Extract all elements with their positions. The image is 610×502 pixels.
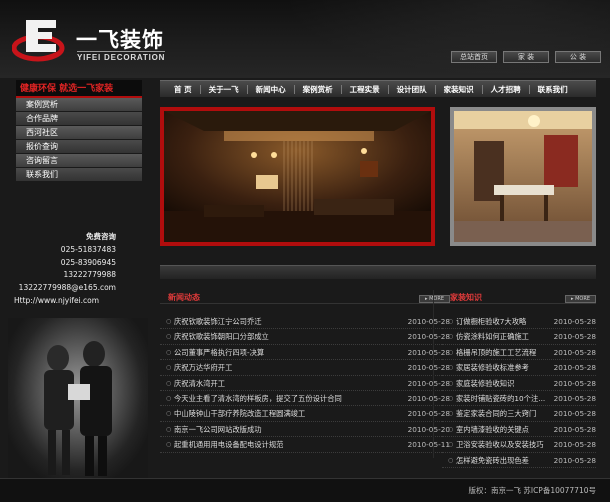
news-header: 新闻动态 ▸ MORE <box>160 290 450 304</box>
logo-mark-icon <box>12 20 65 62</box>
top-link-public-decor[interactable]: 公 装 <box>555 51 601 63</box>
knowledge-more-button[interactable]: ▸ MORE <box>565 295 596 303</box>
list-item[interactable]: ○ 起重机通用用电设备配电设计规范 2010-05-11 <box>160 437 450 453</box>
contact-title: 免费咨询 <box>86 232 116 241</box>
news-list: ○ 庆祝钦歌装饰江宁公司乔迁 2010-05-28 ○ 庆祝钦歌装饰朝阳口分部成立 20… <box>160 314 450 453</box>
bullet-icon: ○ <box>448 318 454 325</box>
top-links: 总站首页 家 装 公 装 <box>451 51 601 63</box>
knowledge-header: 家装知识 ▸ MORE <box>442 290 596 304</box>
nav-contact[interactable]: 联系我们 <box>530 84 576 95</box>
list-item[interactable]: ○ 鉴定家装合同的三大窍门 2010-05-28 <box>442 406 596 422</box>
nav-about[interactable]: 关于一飞 <box>201 84 247 95</box>
knowledge-title: 家装知识 <box>450 293 482 302</box>
footer-copyright: 版权：南京一飞 苏ICP备10077710号 <box>468 486 596 495</box>
bullet-icon: ○ <box>166 425 172 433</box>
bullet-icon: ○ <box>448 379 454 387</box>
list-item[interactable]: ○ 格栅吊顶的施工工艺流程 2010-05-28 <box>442 345 596 361</box>
bullet-icon: ○ <box>448 333 454 341</box>
bullet-icon: ○ <box>166 364 172 372</box>
bullet-icon: ○ <box>448 456 454 464</box>
sidebar-people-photo <box>8 318 148 478</box>
contact-email[interactable]: 13222779988@e165.com <box>16 282 116 295</box>
sidebar-item-contact[interactable]: 联系我们 <box>16 168 142 182</box>
bullet-icon: ○ <box>448 394 454 402</box>
list-item[interactable]: ○ 怎样避免瓷砖出现色差 2010-05-28 <box>442 453 596 468</box>
bullet-icon: ○ <box>166 410 172 418</box>
sidebar-item-cases[interactable]: 案例赏析 <box>16 98 142 112</box>
list-item[interactable]: ○ 中山陵钟山干部疗养院改造工程圆满竣工 2010-05-28 <box>160 406 450 422</box>
bullet-icon: ○ <box>166 379 172 387</box>
sidebar-heading: 健康环保 就选一飞家装 <box>16 80 142 98</box>
logo[interactable]: 一飞装饰 YIFEI DECORATION <box>12 14 172 64</box>
contact-url[interactable]: Http://www.njyifei.com <box>14 295 116 308</box>
nav-cases[interactable]: 案例赏析 <box>295 84 341 95</box>
list-item[interactable]: ○ 庆祝清水湾开工 2010-05-28 <box>160 376 450 391</box>
bullet-icon: ○ <box>166 348 172 356</box>
list-item[interactable]: ○ 订做橱柜验收7大攻略 2010-05-28 <box>442 314 596 330</box>
nav-home[interactable]: 首 页 <box>166 84 200 95</box>
list-item[interactable]: ○ 庆祝钦歌装饰江宁公司乔迁 2010-05-28 <box>160 314 450 330</box>
nav-news[interactable]: 新闻中心 <box>248 84 294 95</box>
nav-projects[interactable]: 工程实景 <box>342 84 388 95</box>
top-link-home-decor[interactable]: 家 装 <box>503 51 549 63</box>
column-divider <box>433 290 434 458</box>
bullet-icon: ○ <box>166 333 172 341</box>
contact-phone-3: 13222779988 <box>63 270 117 280</box>
knowledge-list: ○ 订做橱柜验收7大攻略 2010-05-28 ○ 仿瓷涂料如何正确施工 2010-05… <box>442 314 596 468</box>
list-item[interactable]: ○ 仿瓷涂料如何正确施工 2010-05-28 <box>442 329 596 345</box>
bullet-icon: ○ <box>166 318 172 325</box>
sidebar-item-brands[interactable]: 合作品牌 <box>16 112 142 126</box>
list-item[interactable]: ○ 公司董事严格执行四项-决算 2010-05-28 <box>160 345 450 361</box>
bullet-icon: ○ <box>448 425 454 433</box>
top-link-home[interactable]: 总站首页 <box>451 51 497 63</box>
bullet-icon: ○ <box>448 364 454 372</box>
banner-strip <box>160 265 596 279</box>
nav-knowledge[interactable]: 家装知识 <box>436 84 482 95</box>
sidebar-item-community[interactable]: 西河社区 <box>16 126 142 140</box>
list-item[interactable]: ○ 家居装修验收标准参考 2010-05-28 <box>442 360 596 376</box>
knowledge-section: 家装知识 ▸ MORE ○ 订做橱柜验收7大攻略 2010-05-28 ○ 仿瓷涂料如… <box>442 290 596 468</box>
contact-phone-2: 025-83906945 <box>60 257 116 267</box>
bullet-icon: ○ <box>166 441 172 449</box>
nav-design-team[interactable]: 设计团队 <box>389 84 435 95</box>
nav-jobs[interactable]: 人才招聘 <box>483 84 529 95</box>
contact-block: 免费咨询 025-51837483 025-83906945 132227799… <box>14 231 117 308</box>
list-item[interactable]: ○ 今天业主看了清水湾的样板房，提交了五份设计合同 2010-05-28 <box>160 391 450 407</box>
footer: 版权：南京一飞 苏ICP备10077710号 <box>0 478 610 502</box>
list-item[interactable]: ○ 卫浴安装验收以及安装技巧 2010-05-28 <box>442 437 596 453</box>
bullet-icon: ○ <box>448 410 454 418</box>
list-item[interactable]: ○ 庆祝钦歌装饰朝阳口分部成立 2010-05-28 <box>160 329 450 345</box>
bullet-icon: ○ <box>448 348 454 356</box>
bullet-icon: ○ <box>448 441 454 449</box>
news-section: 新闻动态 ▸ MORE ○ 庆祝钦歌装饰江宁公司乔迁 2010-05-28 ○ 庆祝钦… <box>160 290 450 453</box>
bullet-icon: ○ <box>166 394 172 402</box>
banner-image-living-room[interactable] <box>160 107 435 246</box>
list-item[interactable]: ○ 南京一飞公司网站改版成功 2010-05-20 <box>160 422 450 438</box>
list-item[interactable]: ○ 家装时铺贴瓷砖的10个注... 2010-05-28 <box>442 391 596 407</box>
brand-name: 一飞装饰 <box>76 28 164 52</box>
list-item[interactable]: ○ 庆祝万达华府开工 2010-05-28 <box>160 360 450 376</box>
sidebar-item-message[interactable]: 咨询留言 <box>16 154 142 168</box>
news-title: 新闻动态 <box>168 293 200 302</box>
brand-subtitle: YIFEI DECORATION <box>77 51 166 62</box>
contact-phone-1: 025-51837483 <box>60 244 116 254</box>
list-item[interactable]: ○ 室内墙漆验收的关键点 2010-05-28 <box>442 422 596 438</box>
sidebar-menu: 案例赏析 合作品牌 西河社区 报价查询 咨询留言 联系我们 <box>16 98 142 182</box>
sidebar-item-quote[interactable]: 报价查询 <box>16 140 142 154</box>
list-item[interactable]: ○ 家庭装修验收知识 2010-05-28 <box>442 376 596 391</box>
banner-image-dining-room[interactable] <box>450 107 596 246</box>
main-nav: 首 页 关于一飞 新闻中心 案例赏析 工程实景 设计团队 家装知识 人才招聘 联… <box>160 80 596 97</box>
